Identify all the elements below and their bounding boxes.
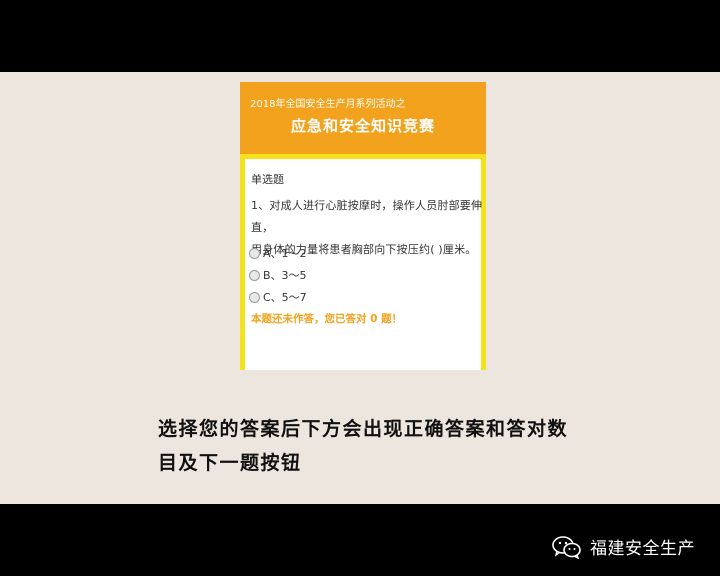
quiz-card: 2018年全国安全生产月系列活动之 应急和安全知识竞赛 单选题 1、对成人进行心… bbox=[240, 82, 486, 370]
quiz-header: 2018年全国安全生产月系列活动之 应急和安全知识竞赛 bbox=[240, 82, 486, 154]
video-frame: 2018年全国安全生产月系列活动之 应急和安全知识竞赛 单选题 1、对成人进行心… bbox=[0, 72, 720, 504]
option-label: A、1～2 bbox=[263, 247, 307, 260]
radio-icon[interactable] bbox=[249, 291, 260, 303]
caption-line: 目及下一题按钮 bbox=[158, 452, 302, 474]
quiz-subtitle: 2018年全国安全生产月系列活动之 bbox=[250, 99, 406, 110]
option-label: B、3～5 bbox=[263, 269, 307, 282]
option-a[interactable]: A、1～2 bbox=[249, 245, 307, 261]
radio-icon[interactable] bbox=[249, 269, 260, 281]
bottom-letterbox: 福建安全生产 bbox=[0, 504, 720, 576]
option-label: C、5～7 bbox=[263, 291, 307, 304]
radio-icon[interactable] bbox=[249, 247, 260, 259]
quiz-title: 应急和安全知识竞赛 bbox=[290, 117, 435, 135]
subtitle-caption: 选择您的答案后下方会出现正确答案和答对数 目及下一题按钮 bbox=[158, 412, 588, 480]
wechat-icon bbox=[552, 535, 581, 559]
question-panel: 单选题 1、对成人进行心脏按摩时，操作人员肘部要伸直， 用身体的力量将患者胸部向… bbox=[240, 154, 486, 370]
option-b[interactable]: B、3～5 bbox=[249, 267, 307, 283]
question-type-label: 单选题 bbox=[251, 173, 284, 186]
option-c[interactable]: C、5～7 bbox=[249, 289, 307, 305]
question-text-line: 1、对成人进行心脏按摩时，操作人员肘部要伸直， bbox=[251, 199, 483, 234]
answer-status: 本题还未作答，您已答对 0 题！ bbox=[251, 313, 403, 325]
caption-line: 选择您的答案后下方会出现正确答案和答对数 bbox=[158, 418, 569, 440]
brand-watermark: 福建安全生产 bbox=[552, 534, 695, 559]
brand-name: 福建安全生产 bbox=[590, 539, 695, 559]
top-letterbox bbox=[0, 0, 720, 72]
